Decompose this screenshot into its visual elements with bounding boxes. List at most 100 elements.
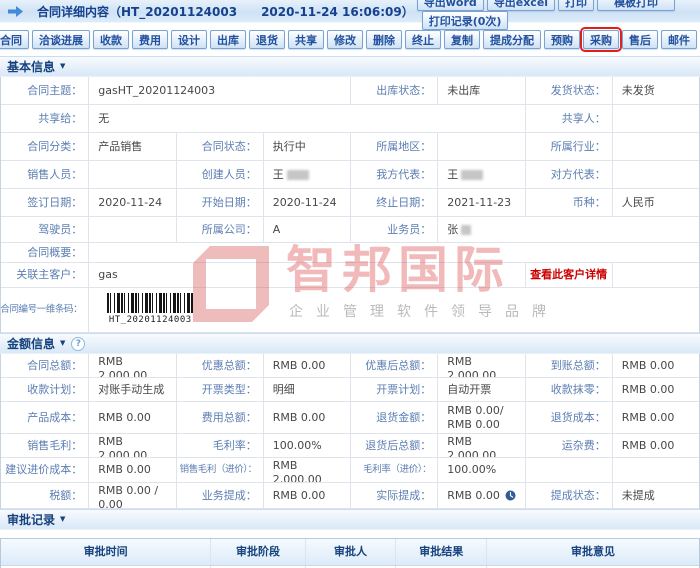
field-label: 退货后总额： [350, 434, 437, 457]
toolbar-button[interactable]: 邮件 [661, 30, 697, 49]
field-value [611, 458, 699, 482]
field-value: RMB 2,000.00 [88, 434, 175, 457]
section-title: 基本信息 [7, 60, 56, 74]
table-row: 合同主题： gasHT_20201124003 出库状态： 未出库 发货状态： 未发货 [1, 77, 699, 105]
field-label: 退货成本： [524, 402, 612, 433]
toolbar-button[interactable]: 洽谈进展 [32, 30, 90, 49]
field-label: 发货状态： [524, 77, 612, 104]
field-label: 业务员： [350, 217, 437, 242]
field-label: 合同概要： [27, 245, 83, 259]
field-value [611, 161, 699, 188]
field-value [88, 217, 175, 242]
section-title: 金额信息 [7, 337, 56, 351]
field-value: 2020-11-24 [88, 189, 175, 216]
field-value: RMB 2,000.00 [437, 354, 524, 377]
approval-column-header: 审批意见 [486, 539, 699, 565]
table-row: 产品成本： RMB 0.00 费用总额： RMB 0.00 退货金额： RMB 0.00/… [1, 402, 699, 434]
toolbar-button[interactable]: 退货 [249, 30, 285, 49]
header-action-button[interactable]: 打印 [558, 0, 595, 11]
field-value: RMB 0.00 [88, 458, 175, 482]
question-icon[interactable]: ? [71, 336, 86, 351]
field-label: 建议进价成本： [5, 463, 83, 477]
field-label: 毛利率（进价）： [350, 458, 437, 482]
toolbar-button[interactable]: 提成分配 [483, 30, 541, 49]
field-value: RMB 0.00 [262, 354, 350, 377]
redacted-name [461, 169, 484, 180]
approval-column-header: 审批结果 [395, 539, 486, 565]
header-action-button[interactable]: 导出excel [486, 0, 556, 11]
section-approval-records-header: 审批记录 ▼ [0, 509, 700, 530]
toolbar-button[interactable]: 设计 [171, 30, 207, 49]
field-value: 2021-11-23 [437, 189, 524, 216]
header-action-button[interactable]: 打印记录(0次) [421, 11, 509, 30]
table-row: 驾驶员： 所属公司： A 业务员：张 [1, 217, 699, 243]
toolbar-button[interactable]: 修改 [327, 30, 363, 49]
toolbar-button[interactable]: 收款 [93, 30, 129, 49]
field-value: RMB 0.00/ RMB 0.00 [437, 402, 524, 433]
field-label: 所属公司： [175, 217, 263, 242]
field-label: 销售人员： [27, 167, 83, 181]
field-label: 驾驶员： [38, 222, 83, 236]
title-bar: 合同详细内容（HT_20201124003 2020-11-24 16:06:0… [0, 0, 700, 30]
field-label: 对方代表： [524, 161, 612, 188]
barcode-text: HT_20201124003 [108, 315, 192, 326]
toolbar-button[interactable]: 复制 [444, 30, 480, 49]
table-row: 收款计划： 对账手动生成 开票类型： 明细 开票计划： 自动开票 收款抹零： RMB 0.00 [1, 378, 699, 402]
field-value: RMB 0.00 [262, 402, 350, 433]
field-value: 张 [437, 217, 699, 242]
field-value: gasHT_20201124003 [88, 77, 350, 104]
toolbar-button[interactable]: 售后 [622, 30, 658, 49]
field-label: 产品成本： [27, 410, 83, 424]
toolbar-button-highlighted[interactable]: 采购 [580, 27, 622, 52]
contract-barcode: HT_20201124003 [88, 288, 699, 332]
field-value: 自动开票 [437, 378, 524, 401]
field-value: RMB 0.00 [437, 483, 524, 508]
field-value: RMB 2,000.00 [437, 434, 524, 457]
field-label: 我方代表： [350, 161, 437, 188]
approval-column-header: 审批人 [304, 539, 396, 565]
field-label: 提成状态： [524, 483, 612, 508]
toolbar-button[interactable]: 费用 [132, 30, 168, 49]
table-row: 销售毛利： RMB 2,000.00 毛利率： 100.00% 退货后总额： RMB 2,… [1, 434, 699, 458]
field-value: 王 [262, 161, 350, 188]
field-label: 终止日期： [350, 189, 437, 216]
header-action-button[interactable]: 导出word [416, 0, 484, 11]
field-value: 未发货 [611, 77, 699, 104]
field-value: 100.00% [437, 458, 524, 482]
view-customer-link[interactable]: 查看此客户详情 [524, 263, 612, 287]
field-value: 明细 [262, 378, 350, 401]
field-value: gas [88, 263, 524, 287]
toolbar-button[interactable]: 出库 [210, 30, 246, 49]
toolbar-button[interactable]: 预购 [544, 30, 580, 49]
barcode-image [107, 293, 194, 314]
toolbar-button[interactable]: 删除 [366, 30, 402, 49]
field-value: RMB 0.00 [611, 354, 699, 377]
toolbar-button[interactable]: 共享 [288, 30, 324, 49]
header-action-button[interactable]: 模板打印 [597, 0, 676, 11]
field-label: 开始日期： [175, 189, 263, 216]
field-value: 无 [88, 105, 524, 132]
field-label: 销售毛利（进价）： [175, 458, 263, 482]
field-value: 2020-11-24 [262, 189, 350, 216]
field-value [611, 105, 699, 132]
field-value: RMB 2,000.00 [262, 458, 350, 482]
field-value: RMB 0.00 [611, 378, 699, 401]
field-value: 产品销售 [88, 133, 175, 160]
field-label: 出库状态： [350, 77, 437, 104]
toolbar-button[interactable]: 关联父合同 [0, 30, 29, 49]
contract-detail-page: 合同详细内容（HT_20201124003 2020-11-24 16:06:0… [0, 0, 700, 568]
field-value: 王 [437, 161, 524, 188]
table-row: 税额： RMB 0.00 / 0.00 业务提成： RMB 0.00 实际提成： RMB … [1, 483, 699, 509]
section-title: 审批记录 [7, 513, 56, 527]
field-label: 运杂费： [524, 434, 612, 457]
header-actions: 导出word 导出excel 打印 模板打印打印记录(0次) [414, 0, 697, 30]
field-value [437, 133, 524, 160]
field-value: 人民币 [611, 189, 699, 216]
table-row: 合同分类： 产品销售 合同状态： 执行中 所属地区： 所属行业： [1, 133, 699, 161]
table-row: 关联主客户： gas 查看此客户详情 [1, 263, 699, 288]
clock-icon [505, 490, 516, 501]
toolbar-button[interactable]: 终止 [405, 30, 441, 49]
field-value [88, 243, 699, 262]
table-row: 签订日期： 2020-11-24 开始日期： 2020-11-24 终止日期： 2021-… [1, 189, 699, 217]
field-value [611, 263, 699, 287]
